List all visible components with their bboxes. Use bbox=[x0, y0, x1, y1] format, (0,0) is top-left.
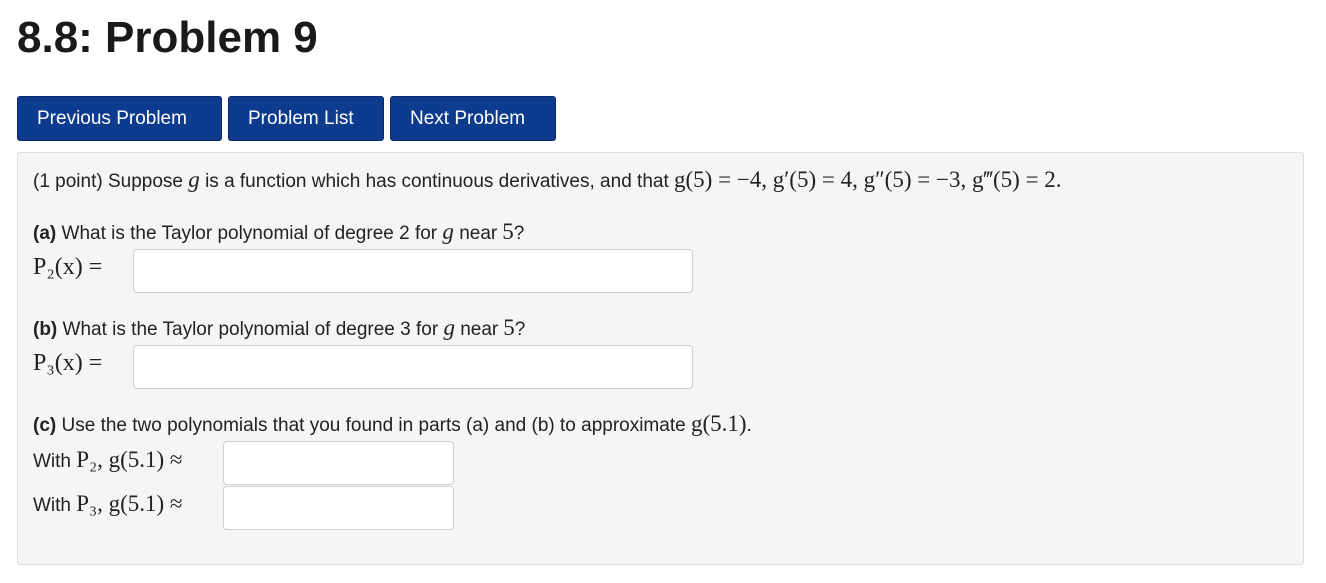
part-b-text: What is the Taylor polynomial of degree … bbox=[62, 319, 439, 340]
previous-problem-button[interactable]: Previous Problem bbox=[17, 96, 222, 141]
function-symbol: g bbox=[188, 167, 200, 192]
part-c-question: (c) Use the two polynomials that you fou… bbox=[33, 411, 752, 437]
p3-approx-label: P₃, g(5.1) ≈ bbox=[76, 491, 183, 516]
part-a-text: What is the Taylor polynomial of degree … bbox=[61, 223, 438, 244]
p3-label: P₃(x) = bbox=[33, 350, 103, 376]
p3-approx-input[interactable] bbox=[223, 486, 454, 530]
part-c-period: . bbox=[746, 415, 752, 436]
part-b-label: (b) bbox=[33, 319, 58, 340]
part-c-text: Use the two polynomials that you found i… bbox=[61, 415, 686, 436]
part-a-question-mark: ? bbox=[513, 223, 525, 244]
p3-approx-row: With P₃, g(5.1) ≈ bbox=[33, 491, 183, 517]
part-b-near-text: near bbox=[460, 319, 499, 340]
p2-approx-label: P₂, g(5.1) ≈ bbox=[76, 447, 183, 472]
part-a-question: (a) What is the Taylor polynomial of deg… bbox=[33, 219, 524, 245]
intro-mid-text: is a function which has continuous deriv… bbox=[205, 171, 669, 192]
problem-statement: (1 point) Suppose g is a function which … bbox=[33, 167, 1062, 193]
part-a-near-text: near bbox=[459, 223, 498, 244]
with-text-1: With bbox=[33, 451, 71, 472]
part-b-point: 5 bbox=[503, 315, 515, 340]
p3-answer-input[interactable] bbox=[133, 345, 693, 389]
next-problem-button[interactable]: Next Problem bbox=[390, 96, 556, 141]
part-b-question-mark: ? bbox=[514, 319, 526, 340]
p2-approx-input[interactable] bbox=[223, 441, 454, 485]
part-a-point: 5 bbox=[502, 219, 514, 244]
problem-list-button[interactable]: Problem List bbox=[228, 96, 384, 141]
problem-container: (1 point) Suppose g is a function which … bbox=[17, 152, 1304, 565]
p2-approx-row: With P₂, g(5.1) ≈ bbox=[33, 447, 183, 473]
part-c-target: g(5.1) bbox=[690, 411, 747, 436]
part-c-label: (c) bbox=[33, 415, 57, 436]
p2-answer-input[interactable] bbox=[133, 249, 693, 293]
points-label: (1 point) bbox=[33, 171, 103, 192]
p2-label: P₂(x) = bbox=[33, 254, 103, 280]
part-b-function-symbol: g bbox=[443, 315, 455, 340]
problem-navigation: Previous Problem Problem List Next Probl… bbox=[17, 96, 562, 141]
intro-text: Suppose bbox=[107, 171, 183, 192]
part-a-function-symbol: g bbox=[442, 219, 454, 244]
part-b-question: (b) What is the Taylor polynomial of deg… bbox=[33, 315, 525, 341]
given-values: g(5) = −4, g′(5) = 4, g″(5) = −3, g‴(5) … bbox=[674, 167, 1062, 192]
with-text-2: With bbox=[33, 495, 71, 516]
page-title: 8.8: Problem 9 bbox=[17, 13, 318, 62]
part-a-label: (a) bbox=[33, 223, 57, 244]
